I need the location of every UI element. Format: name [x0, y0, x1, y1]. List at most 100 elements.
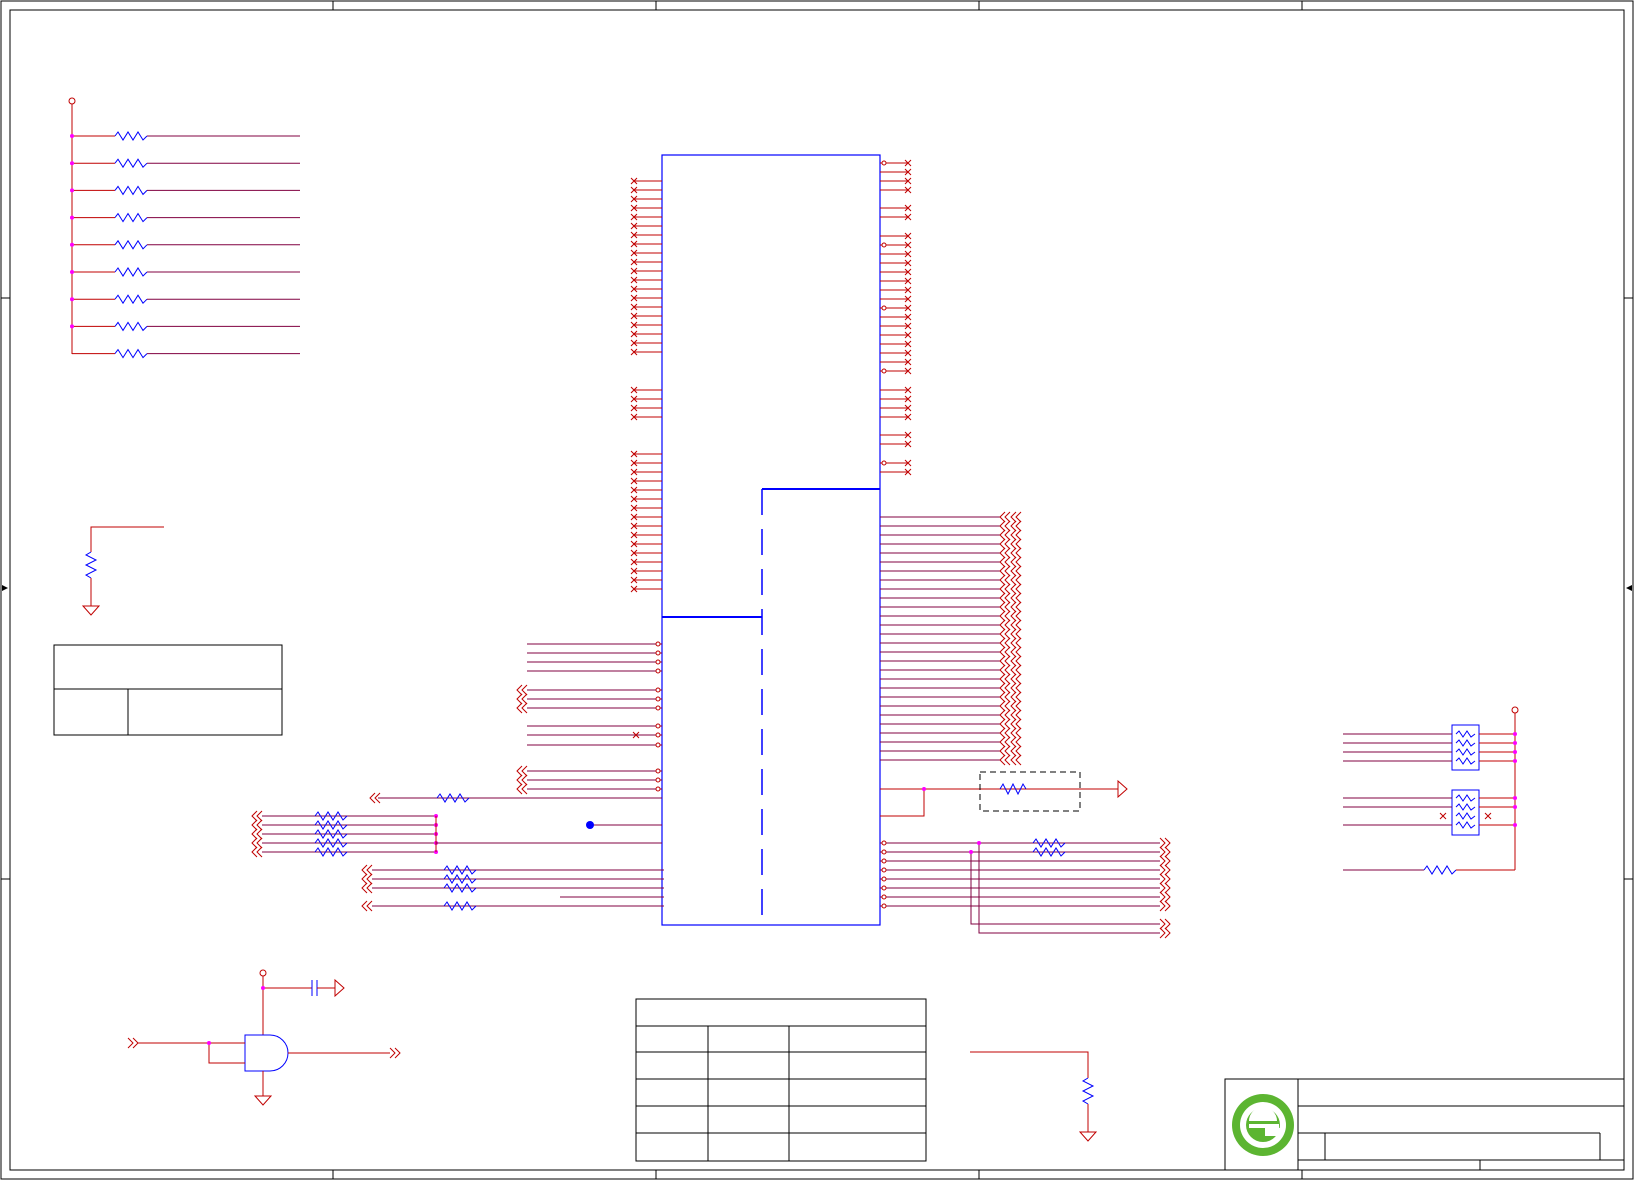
- resistor-icon: [114, 239, 148, 250]
- resistor-icon: [1455, 757, 1476, 765]
- ground-icon: [253, 1095, 273, 1106]
- resistor-icon: [114, 321, 148, 332]
- pin-bubble: [655, 668, 661, 674]
- junction-dot: [1513, 750, 1517, 754]
- port-arrow-icon: [1010, 664, 1017, 676]
- port-arrow-icon: [1015, 727, 1022, 739]
- port-arrow-icon: [999, 538, 1006, 550]
- pin-bubble: [655, 696, 661, 702]
- port-arrow-icon: [361, 864, 368, 876]
- resistor-icon: [114, 267, 148, 277]
- port-arrow-icon: [1164, 855, 1171, 867]
- port-arrow-icon: [1010, 520, 1017, 532]
- junction-dot: [70, 324, 74, 329]
- port-arrow-icon: [1015, 664, 1022, 676]
- port-arrow-icon: [1010, 691, 1017, 703]
- port-arrow-icon: [1015, 610, 1022, 622]
- port-arrow-icon: [1015, 520, 1022, 532]
- port-arrow-icon: [1004, 583, 1011, 595]
- junction-dot: [969, 850, 973, 854]
- main-ic: [630, 154, 912, 926]
- port-arrow-icon: [251, 846, 258, 858]
- port-arrow-icon: [999, 754, 1006, 766]
- port-arrow-icon: [1015, 583, 1022, 595]
- note-table-left: [53, 644, 283, 736]
- ground-icon: [334, 978, 345, 998]
- port-arrow-icon: [999, 529, 1006, 541]
- port-arrow-icon: [1004, 682, 1011, 694]
- pullup-resistor-array: [68, 97, 300, 359]
- port-arrow-icon: [1164, 873, 1171, 885]
- port-arrow-icon: [1159, 837, 1166, 849]
- port-arrow-icon: [1004, 511, 1011, 523]
- junction-dot: [1513, 741, 1517, 745]
- resistor-packs-right: [1343, 706, 1519, 875]
- port-arrow-icon: [1010, 529, 1017, 541]
- resistor-icon: [114, 131, 148, 141]
- resistor-icon: [1455, 803, 1476, 811]
- port-arrow-icon: [999, 565, 1006, 577]
- port-arrow-icon: [1015, 601, 1022, 613]
- port-arrow-icon: [1004, 628, 1011, 640]
- port-arrow-icon: [521, 783, 528, 795]
- optional-resistor-block: [880, 771, 1128, 817]
- pin-bubble: [655, 786, 661, 792]
- port-arrow-icon: [369, 792, 376, 804]
- pin-bubble: [655, 723, 661, 729]
- junction-dot: [70, 270, 74, 274]
- port-arrow-icon: [999, 592, 1006, 604]
- port-arrow-icon: [1015, 511, 1022, 523]
- port-arrow-icon: [1164, 837, 1171, 849]
- port-arrow-icon: [1004, 556, 1011, 568]
- port-arrow-icon: [1015, 682, 1022, 694]
- pin-bubble: [881, 849, 887, 855]
- port-arrow-icon: [366, 873, 373, 885]
- port-arrow-icon: [999, 709, 1006, 721]
- port-arrow-icon: [1004, 538, 1011, 550]
- port-arrow-icon: [1015, 628, 1022, 640]
- port-arrow-icon: [1015, 556, 1022, 568]
- port-arrow-icon: [1004, 664, 1011, 676]
- port-arrow-icon: [1004, 754, 1011, 766]
- ground-icon: [81, 605, 101, 616]
- port-arrow-icon: [1015, 637, 1022, 649]
- junction-dot: [1513, 796, 1517, 800]
- junction-dot: [70, 134, 74, 138]
- port-arrow-icon: [366, 864, 373, 876]
- port-arrow-icon: [521, 765, 528, 777]
- port-arrow-icon: [366, 882, 373, 894]
- port-arrow-icon: [1010, 682, 1017, 694]
- resistor-icon: [84, 551, 98, 579]
- port-arrow-icon: [999, 718, 1006, 730]
- port-arrow-icon: [1010, 655, 1017, 667]
- junction-dot-large: [586, 821, 594, 829]
- resistor-icon: [114, 212, 148, 223]
- port-arrow-icon: [516, 783, 523, 795]
- port-arrow-icon: [1010, 673, 1017, 685]
- port-arrow-icon: [1015, 673, 1022, 685]
- port-arrow-icon: [999, 610, 1006, 622]
- port-arrow-icon: [1015, 718, 1022, 730]
- port-arrow-icon: [1015, 592, 1022, 604]
- port-arrow-icon: [1004, 619, 1011, 631]
- port-arrow-icon: [1164, 864, 1171, 876]
- port-arrow-icon: [1015, 745, 1022, 757]
- pin-bubble: [881, 368, 887, 374]
- port-arrow-icon: [1010, 700, 1017, 712]
- port-arrow-icon: [1015, 574, 1022, 586]
- port-arrow-icon: [251, 819, 258, 831]
- port-arrow-icon: [1164, 927, 1171, 939]
- port-arrow-icon: [1010, 574, 1017, 586]
- ground-icon: [1117, 779, 1128, 799]
- pin-bubble: [655, 687, 661, 693]
- port-arrow-icon: [1010, 592, 1017, 604]
- port-arrow-icon: [999, 556, 1006, 568]
- pin-bubble: [655, 641, 661, 647]
- resistor-icon: [1455, 730, 1476, 738]
- port-arrow-icon: [1010, 547, 1017, 559]
- port-arrow-icon: [1159, 891, 1166, 903]
- resistor-icon: [1455, 794, 1476, 802]
- port-arrow-icon: [999, 628, 1006, 640]
- port-arrow-icon: [1010, 538, 1017, 550]
- config-table: [635, 998, 927, 1162]
